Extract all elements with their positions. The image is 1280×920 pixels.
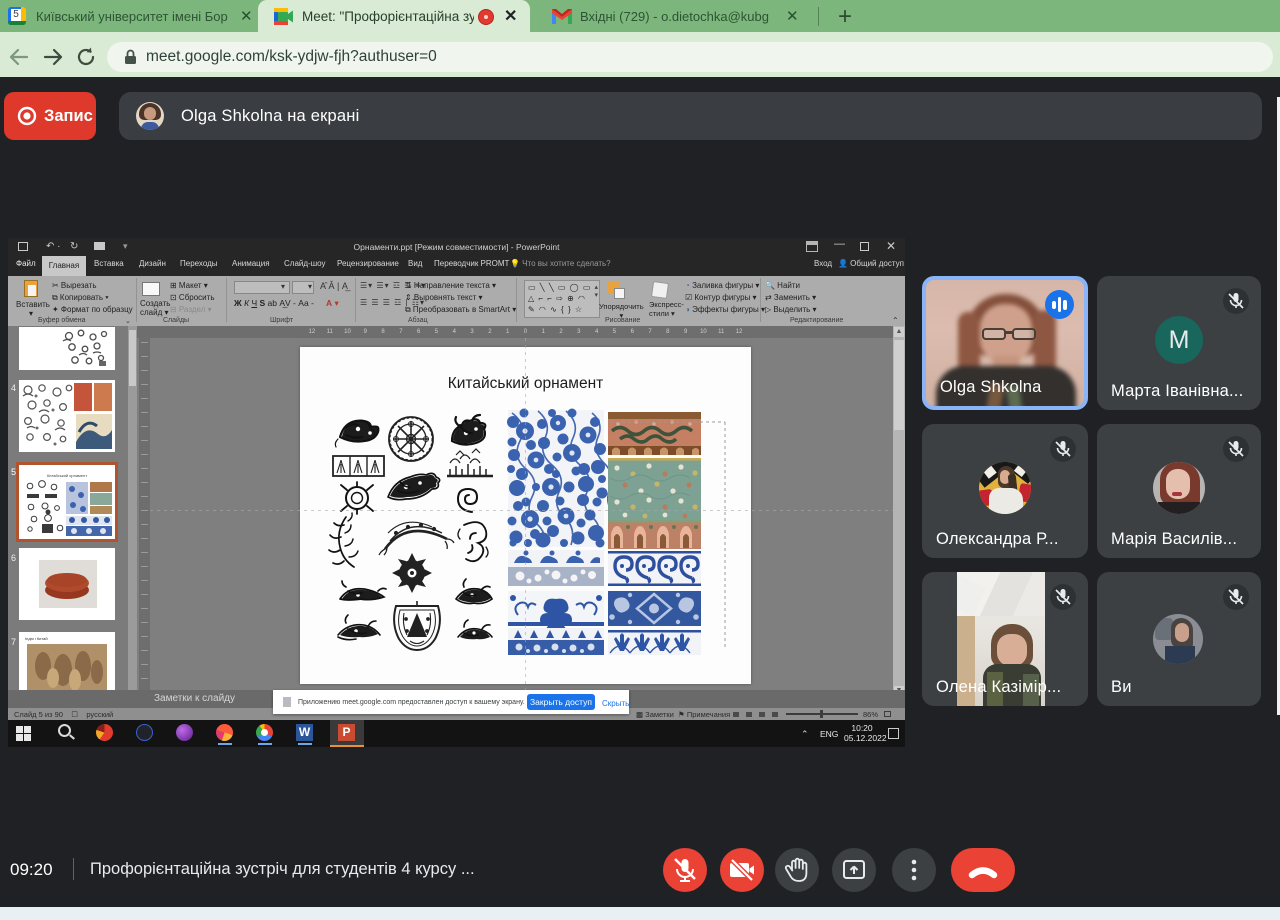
svg-text:Китайський орнамент: Китайський орнамент [47, 473, 87, 478]
svg-text:Індія і Китай: Індія і Китай [25, 636, 48, 641]
